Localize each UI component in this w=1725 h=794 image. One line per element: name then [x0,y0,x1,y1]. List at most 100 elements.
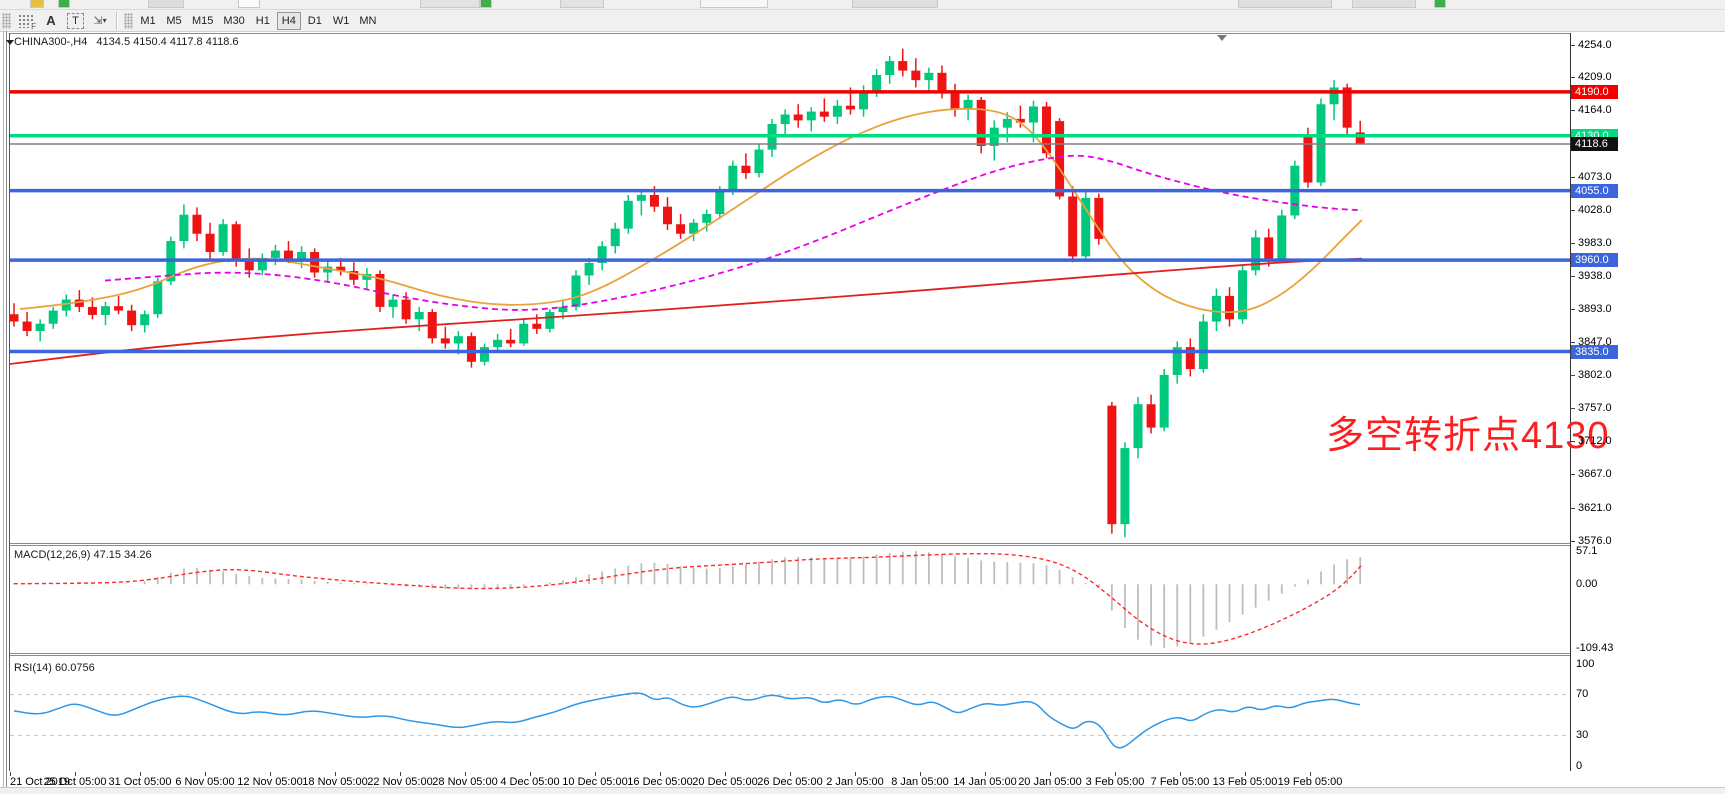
candle-body [140,314,149,325]
candle-body [754,150,763,173]
chinese-annotation-text: 多空转折点4130 [1326,404,1610,459]
candle-body [937,73,946,91]
price-tick-label: 3983.0 [1578,237,1612,249]
price-tick-label: 4164.0 [1578,104,1612,116]
candle-body [1134,404,1143,448]
candle-body [114,306,123,310]
candle-body [624,201,633,229]
candle-body [179,215,188,241]
price-tick-label: 3757.0 [1578,402,1612,414]
candle-body [794,114,803,120]
status-strip [0,787,1725,794]
candle-body [898,61,907,71]
candle-body [781,114,790,124]
price-tick [1570,276,1575,277]
candle-body [389,300,398,307]
price-tick-label: 4254.0 [1578,39,1612,51]
candle-body [23,322,32,332]
rsi-axis-label: 70 [1576,688,1588,700]
candle-body [127,311,136,326]
price-tick [1570,474,1575,475]
candle-body [467,336,476,362]
candle-body [1055,121,1064,196]
candle-body [572,275,581,306]
candle-body [153,281,162,314]
candle-body [1003,119,1012,128]
price-tick [1570,375,1575,376]
candle-body [1251,237,1260,270]
candle-body [415,312,424,319]
price-tick-label: 3667.0 [1578,468,1612,480]
candle-body [1068,196,1077,256]
candle-body [1160,375,1169,428]
candle-body [741,166,750,173]
candle-body [1225,296,1234,319]
current-price-tag: 4118.6 [1571,137,1618,151]
candle-body [88,307,97,315]
candle-body [859,91,868,109]
macd-panel[interactable] [10,547,1570,653]
candle-body [715,190,724,214]
candle-body [676,224,685,234]
candle-body [585,263,594,275]
rsi-axis-label: 100 [1576,658,1594,670]
main-chart-panel[interactable] [10,33,1570,543]
candle-body [951,91,960,109]
candle-body [1277,215,1286,259]
candle-body [885,61,894,75]
candle-body [977,100,986,146]
price-tick [1570,45,1575,46]
price-tick [1570,110,1575,111]
candle-body [846,106,855,110]
candle-body [1147,404,1156,427]
rsi-axis-label: 0 [1576,760,1582,772]
mt4-window: F A T ⇲ ▾ M1M5M15M30H1H4D1W1MN CHINA300-… [0,0,1725,794]
candle-body [493,340,502,347]
price-tick-label: 4209.0 [1578,71,1612,83]
candle-body [454,336,463,343]
chart-canvas[interactable] [0,0,1725,794]
chart-title: CHINA300-,H4 4134.5 4150.4 4117.8 4118.6 [14,36,239,48]
price-tick [1570,342,1575,343]
candle-body [36,324,45,331]
price-tick-label: 3938.0 [1578,270,1612,282]
price-tick [1570,77,1575,78]
price-level-tag: 3960.0 [1571,253,1618,267]
price-tick [1570,309,1575,310]
macd-axis-label: 0.00 [1576,578,1597,590]
candle-body [807,112,816,121]
candle-body [663,207,672,225]
candle-body [206,234,215,252]
candle-body [10,314,19,321]
chart-symbol-timeframe: CHINA300-,H4 [14,36,87,48]
candle-body [545,312,554,329]
candle-body [1199,322,1208,370]
candle-body [232,224,241,261]
price-tick [1570,508,1575,509]
rsi-indicator-label: RSI(14) 60.0756 [14,662,95,674]
price-tick [1570,408,1575,409]
candle-body [219,224,228,252]
candle-body [1107,406,1116,525]
price-tick-label: 3893.0 [1578,303,1612,315]
candle-body [872,75,881,91]
candle-body [310,252,319,272]
price-level-tag: 4190.0 [1571,85,1618,99]
price-tick-label: 3712.0 [1578,435,1612,447]
candle-body [611,229,620,247]
candle-body [297,252,306,259]
candle-body [1029,106,1038,122]
price-level-tag: 3835.0 [1571,345,1618,359]
candle-body [702,214,711,223]
candle-body [506,340,515,344]
candle-body [532,324,541,329]
candle-body [245,261,254,271]
candle-body [911,71,920,81]
price-tick-label: 3802.0 [1578,369,1612,381]
candle-body [1303,135,1312,183]
candle-body [271,251,280,258]
candle-body [1212,296,1221,322]
symbol-dropdown-icon[interactable] [6,40,14,45]
candle-body [480,347,489,362]
candle-body [101,306,110,315]
